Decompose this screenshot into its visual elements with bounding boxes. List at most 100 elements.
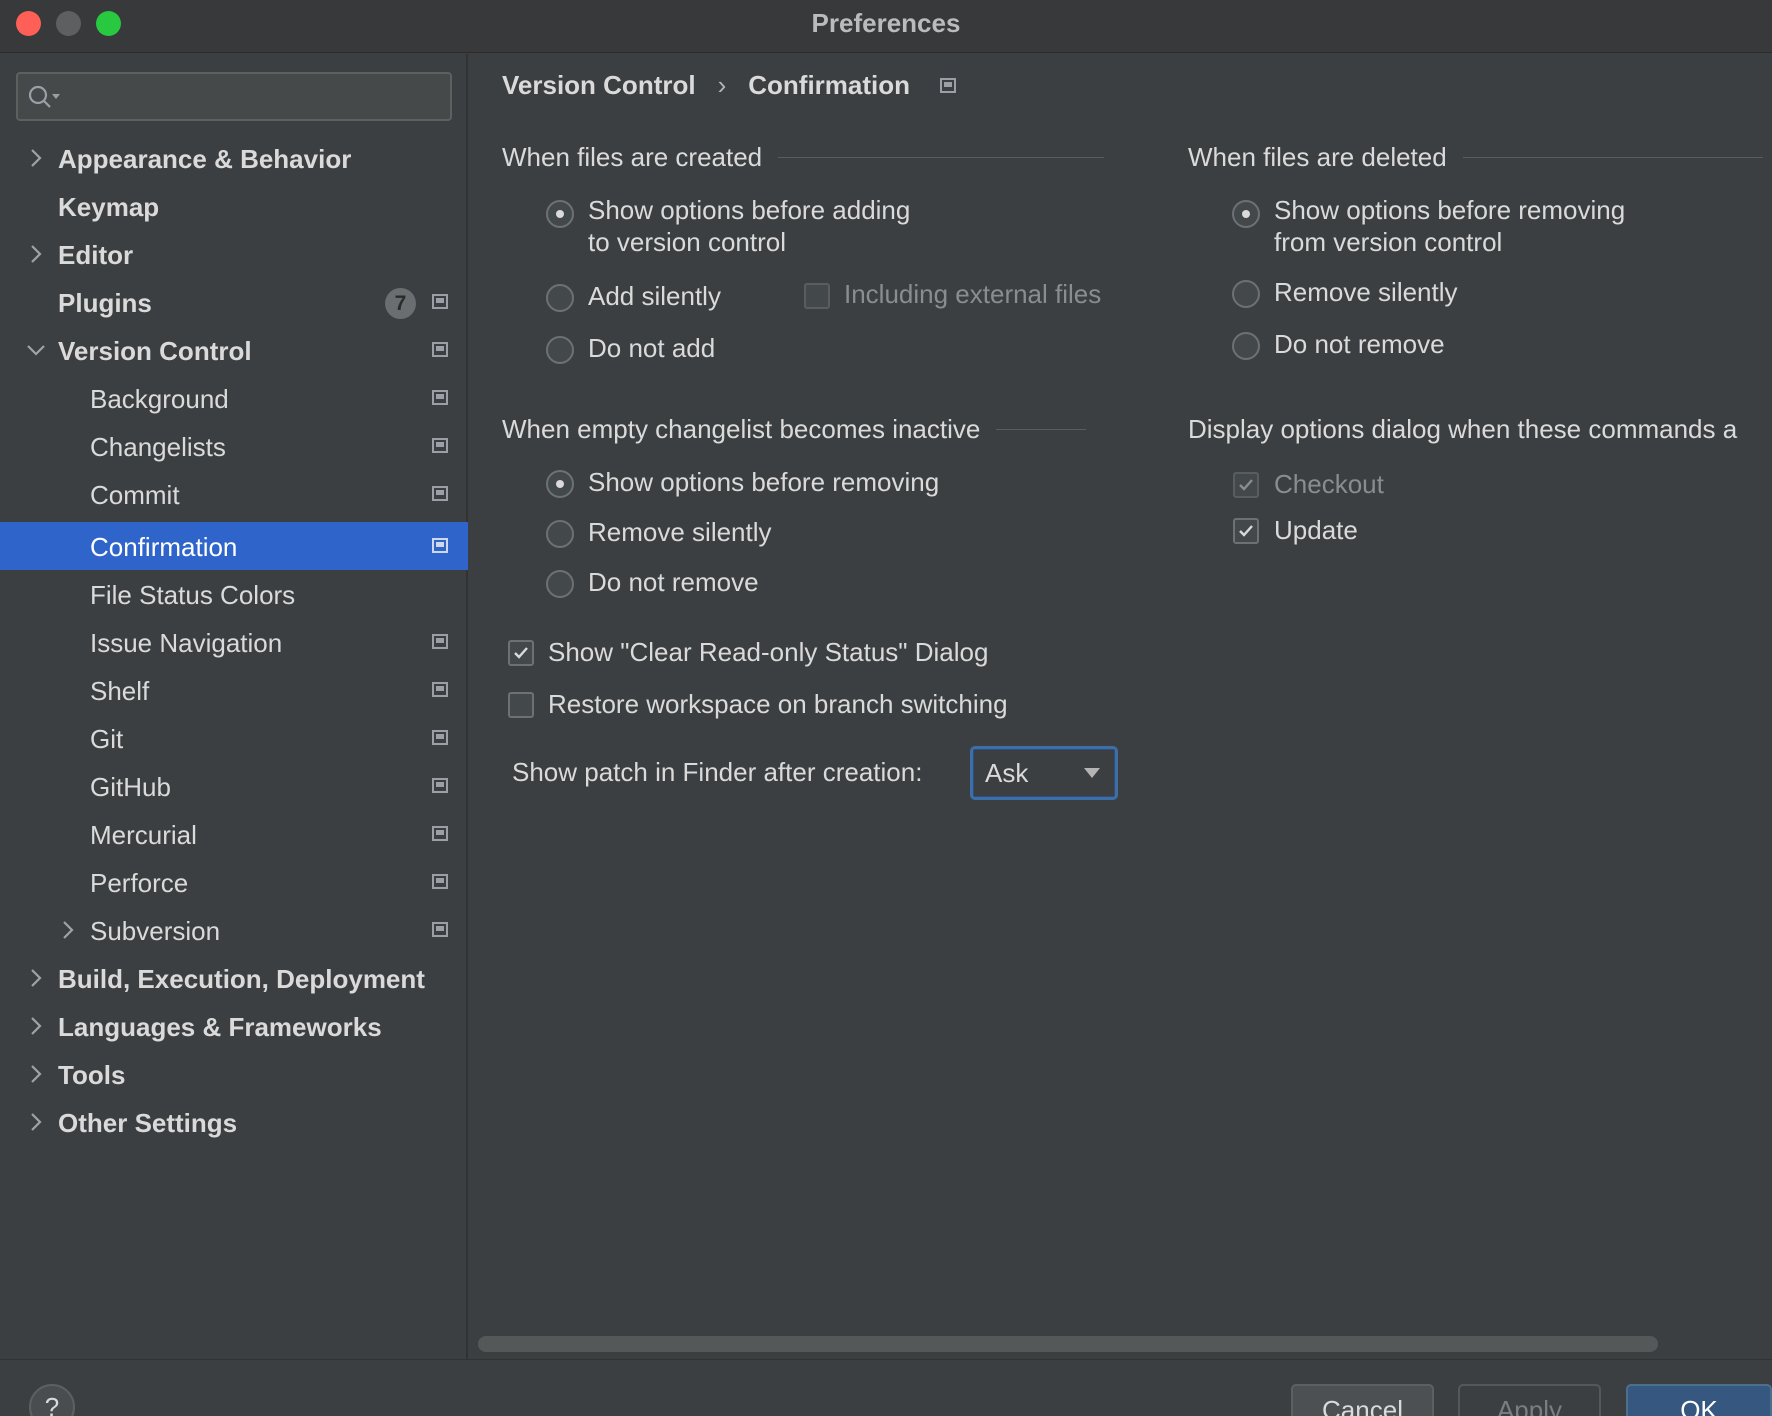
sidebar-item-build-execution-deployment[interactable]: Build, Execution, Deployment <box>0 954 468 1002</box>
project-level-icon <box>432 634 448 649</box>
sidebar-item-label: Background <box>90 384 229 414</box>
changelist-do-not-remove-label[interactable]: Do not remove <box>588 566 759 598</box>
sidebar-item-issue-navigation[interactable]: Issue Navigation <box>0 618 468 666</box>
sidebar-item-git[interactable]: Git <box>0 714 468 762</box>
breadcrumb-parent[interactable]: Version Control <box>502 70 696 101</box>
settings-sidebar: Appearance & Behavior Keymap Editor Plug… <box>0 54 468 1359</box>
created-do-not-add-radio[interactable] <box>546 336 574 364</box>
search-icon <box>28 85 60 108</box>
sidebar-item-mercurial[interactable]: Mercurial <box>0 810 468 858</box>
apply-button[interactable]: Apply <box>1458 1384 1601 1416</box>
clear-readonly-status-checkbox[interactable] <box>508 640 534 666</box>
chevron-down-icon <box>27 345 45 356</box>
ok-button[interactable]: OK <box>1626 1384 1772 1416</box>
cancel-button[interactable]: Cancel <box>1291 1384 1434 1416</box>
created-show-options-label[interactable]: Show options before adding to version co… <box>588 194 910 258</box>
project-level-icon <box>432 538 448 553</box>
sidebar-item-confirmation[interactable]: Confirmation <box>0 522 468 570</box>
window-title: Preferences <box>811 8 961 38</box>
sidebar-item-label: Version Control <box>58 336 252 366</box>
title-bar: Preferences <box>0 0 1772 53</box>
sidebar-item-label: Plugins <box>58 288 152 318</box>
sidebar-item-plugins[interactable]: Plugins 7 <box>0 278 468 326</box>
show-patch-dropdown[interactable]: Ask <box>970 746 1118 800</box>
checkmark-icon <box>514 647 528 659</box>
show-patch-dropdown-value: Ask <box>985 758 1029 788</box>
changelist-remove-silently-radio[interactable] <box>546 520 574 548</box>
checkout-checkbox[interactable] <box>1233 472 1259 498</box>
project-level-icon <box>432 922 448 937</box>
sidebar-item-label: Languages & Frameworks <box>58 1012 382 1042</box>
horizontal-scrollbar[interactable] <box>478 1336 1658 1352</box>
project-level-icon <box>940 77 957 93</box>
deleted-show-options-radio[interactable] <box>1232 200 1260 228</box>
update-checkbox[interactable] <box>1233 518 1259 544</box>
project-level-icon <box>432 778 448 793</box>
sidebar-item-perforce[interactable]: Perforce <box>0 858 468 906</box>
sidebar-item-label: File Status Colors <box>90 580 296 610</box>
changelist-remove-silently-label[interactable]: Remove silently <box>588 516 772 548</box>
sidebar-item-tools[interactable]: Tools <box>0 1050 468 1098</box>
sidebar-item-label: Perforce <box>90 868 189 898</box>
settings-content-pane: Version Control › Confirmation When files … <box>470 54 1772 1359</box>
sidebar-item-label: Appearance & Behavior <box>58 144 352 174</box>
project-level-icon <box>432 486 448 501</box>
breadcrumb-current: Confirmation <box>748 69 911 100</box>
sidebar-item-label: Commit <box>90 480 180 510</box>
commands-dialog-section-title: Display options dialog when these comman… <box>1188 414 1738 444</box>
deleted-remove-silently-label[interactable]: Remove silently <box>1274 276 1458 308</box>
deleted-do-not-remove-label[interactable]: Do not remove <box>1274 328 1445 360</box>
restore-workspace-label[interactable]: Restore workspace on branch switching <box>548 688 1008 720</box>
show-patch-label: Show patch in Finder after creation: <box>512 757 923 787</box>
checkout-label: Checkout <box>1274 469 1384 499</box>
clear-readonly-status-label[interactable]: Show "Clear Read-only Status" Dialog <box>548 636 988 668</box>
project-level-icon <box>432 342 448 357</box>
sidebar-item-label: Shelf <box>90 676 150 706</box>
chevron-down-icon <box>1084 768 1100 778</box>
sidebar-item-other-settings[interactable]: Other Settings <box>0 1098 468 1146</box>
sidebar-item-subversion[interactable]: Subversion <box>0 906 468 954</box>
sidebar-item-label: Keymap <box>58 192 160 222</box>
sidebar-item-label: Build, Execution, Deployment <box>58 964 425 994</box>
sidebar-item-changelists[interactable]: Changelists <box>0 422 468 470</box>
sidebar-item-file-status-colors[interactable]: File Status Colors <box>0 570 468 618</box>
changelist-show-options-label[interactable]: Show options before removing <box>588 466 939 498</box>
restore-workspace-checkbox[interactable] <box>508 692 534 718</box>
sidebar-item-shelf[interactable]: Shelf <box>0 666 468 714</box>
sidebar-item-version-control[interactable]: Version Control <box>0 326 468 374</box>
created-add-silently-label[interactable]: Add silently <box>588 280 721 312</box>
project-level-icon <box>432 730 448 745</box>
help-button[interactable]: ? <box>29 1384 75 1416</box>
breadcrumb: Version Control › Confirmation <box>502 68 957 101</box>
created-do-not-add-label[interactable]: Do not add <box>588 332 715 364</box>
sidebar-item-background[interactable]: Background <box>0 374 468 422</box>
changelist-show-options-radio[interactable] <box>546 470 574 498</box>
sidebar-item-github[interactable]: GitHub <box>0 762 468 810</box>
breadcrumb-separator: › <box>717 69 727 100</box>
files-created-section-title: When files are created <box>502 142 1105 173</box>
deleted-show-options-label[interactable]: Show options before removing from versio… <box>1274 194 1625 258</box>
project-level-icon <box>432 682 448 697</box>
sidebar-item-languages-frameworks[interactable]: Languages & Frameworks <box>0 1002 468 1050</box>
update-label[interactable]: Update <box>1274 514 1358 546</box>
changelist-do-not-remove-radio[interactable] <box>546 570 574 598</box>
sidebar-item-keymap[interactable]: Keymap <box>0 182 468 230</box>
sidebar-item-appearance-behavior[interactable]: Appearance & Behavior <box>0 134 468 182</box>
sidebar-item-commit[interactable]: Commit <box>0 470 468 518</box>
sidebar-item-label: Editor <box>58 240 134 270</box>
chevron-right-icon <box>31 149 42 167</box>
including-external-files-label: Including external files <box>844 279 1102 309</box>
settings-search-input[interactable] <box>16 72 452 121</box>
plugins-update-badge: 7 <box>385 288 416 319</box>
project-level-icon <box>432 294 448 309</box>
created-show-options-radio[interactable] <box>546 200 574 228</box>
project-level-icon <box>432 874 448 889</box>
deleted-do-not-remove-radio[interactable] <box>1232 332 1260 360</box>
checkmark-icon <box>1239 479 1253 491</box>
sidebar-item-label: GitHub <box>90 772 171 802</box>
deleted-remove-silently-radio[interactable] <box>1232 280 1260 308</box>
created-add-silently-radio[interactable] <box>546 284 574 312</box>
dialog-footer: ? Cancel Apply OK <box>0 1359 1772 1416</box>
including-external-files-checkbox[interactable] <box>804 283 830 309</box>
sidebar-item-editor[interactable]: Editor <box>0 230 468 278</box>
